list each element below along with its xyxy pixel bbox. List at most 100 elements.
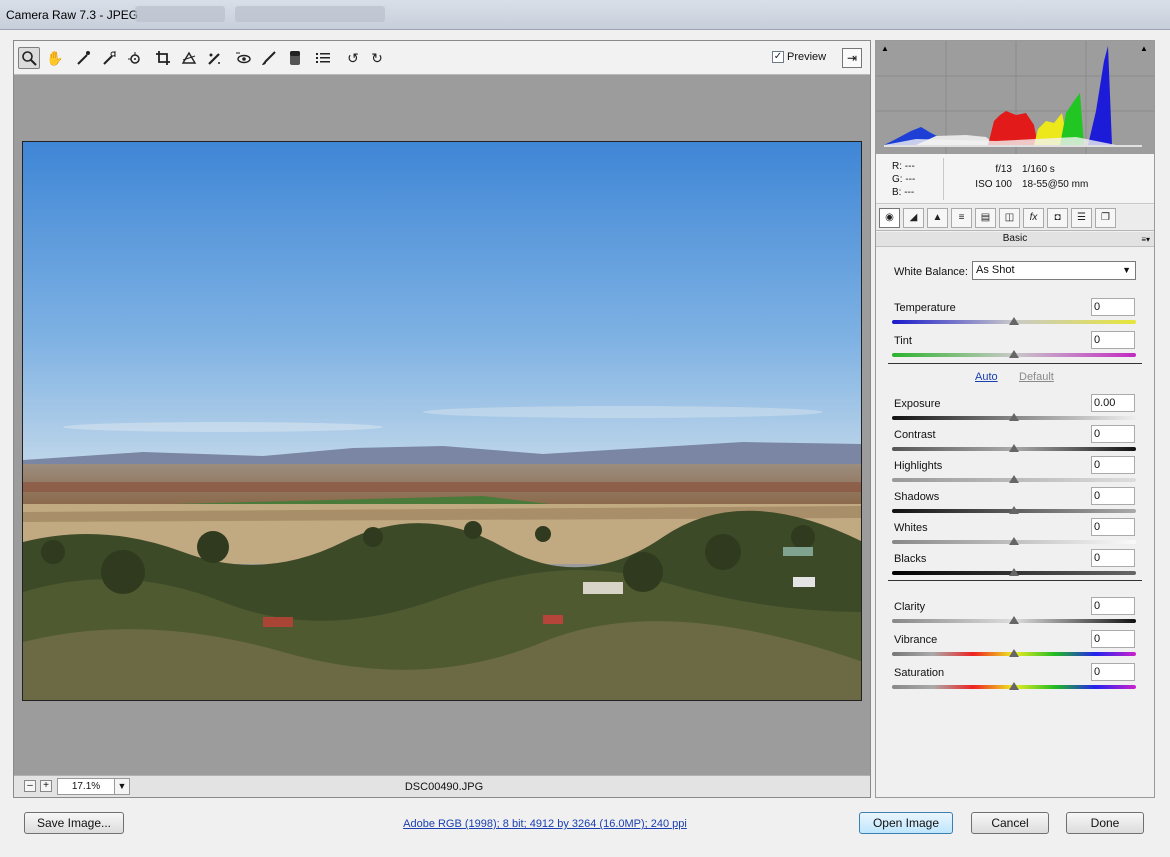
cancel-button[interactable]: Cancel <box>971 812 1049 834</box>
preview-image <box>22 141 862 701</box>
tab-split-toning-icon[interactable]: ▤ <box>975 208 996 228</box>
preview-label: Preview <box>787 51 827 63</box>
clarity-value-field[interactable]: 0 <box>1091 597 1135 615</box>
highlights-slider-thumb[interactable] <box>1009 475 1019 483</box>
green-value: G: --- <box>892 174 916 185</box>
background-window-tab <box>135 6 225 22</box>
tint-value-field[interactable]: 0 <box>1091 331 1135 349</box>
background-window-tab <box>235 6 385 22</box>
exif-left: f/13 ISO 100 <box>972 162 1012 192</box>
graduated-filter-icon[interactable] <box>284 47 306 69</box>
panel-menu-icon[interactable]: ≡▾ <box>1141 233 1150 247</box>
clarity-label: Clarity <box>894 601 926 613</box>
saturation-slider-thumb[interactable] <box>1009 682 1019 690</box>
highlights-value-field[interactable]: 0 <box>1091 456 1135 474</box>
window-title: Camera Raw 7.3 - JPEG <box>6 8 139 22</box>
adjustments-pane: ▲ ▲ R: --- G: --- B: --- f/13 ISO 100 1/… <box>875 40 1155 798</box>
camera-raw-dialog: ✋ ↺ ↻ ✓ Preview ⇥ – + 17.1% ▼ DSC00490.J… <box>0 30 1170 857</box>
hand-tool-icon[interactable]: ✋ <box>44 47 66 69</box>
tab-camera-calibration-icon[interactable]: ◘ <box>1047 208 1068 228</box>
exif-right: 1/160 s 18-55@50 mm <box>1022 162 1088 192</box>
blacks-slider-thumb[interactable] <box>1009 568 1019 576</box>
status-bar: – + 17.1% ▼ DSC00490.JPG <box>14 775 870 797</box>
toolbar: ✋ ↺ ↻ ✓ Preview ⇥ <box>14 41 870 75</box>
exposure-slider-thumb[interactable] <box>1009 413 1019 421</box>
crop-tool-icon[interactable] <box>152 47 174 69</box>
white-balance-value: As Shot <box>976 264 1015 276</box>
rotate-ccw-icon[interactable]: ↺ <box>342 47 364 69</box>
chevron-down-icon: ▼ <box>1122 265 1131 275</box>
shadows-value-field[interactable]: 0 <box>1091 487 1135 505</box>
shadows-label: Shadows <box>894 491 940 503</box>
title-bar: Camera Raw 7.3 - JPEG <box>0 0 1170 30</box>
preview-toggle[interactable]: ✓ Preview <box>772 51 826 63</box>
clarity-slider-thumb[interactable] <box>1009 616 1019 624</box>
aperture: f/13 <box>995 164 1012 175</box>
temperature-label: Temperature <box>894 302 956 314</box>
default-link[interactable]: Default <box>1019 371 1054 383</box>
adjustment-brush-icon[interactable] <box>258 47 280 69</box>
tab-detail-icon[interactable]: ▲ <box>927 208 948 228</box>
blue-value: B: --- <box>892 187 915 198</box>
red-eye-tool-icon[interactable] <box>232 47 254 69</box>
highlights-label: Highlights <box>894 460 943 472</box>
temperature-slider-thumb[interactable] <box>1009 317 1019 325</box>
zoom-dropdown-chevron-icon[interactable]: ▼ <box>114 778 130 795</box>
section-divider <box>888 363 1142 364</box>
tab-snapshots-icon[interactable]: ❐ <box>1095 208 1116 228</box>
temperature-value-field[interactable]: 0 <box>1091 298 1135 316</box>
whites-slider-thumb[interactable] <box>1009 537 1019 545</box>
blacks-label: Blacks <box>894 553 927 565</box>
tab-effects-fx-icon[interactable]: fx <box>1023 208 1044 228</box>
shadows-slider-thumb[interactable] <box>1009 506 1019 514</box>
auto-link[interactable]: Auto <box>975 371 998 383</box>
saturation-label: Saturation <box>894 667 945 679</box>
zoom-tool-icon[interactable] <box>18 47 40 69</box>
white-balance-select[interactable]: As Shot ▼ <box>972 261 1136 280</box>
tab-tone-curve-icon[interactable]: ◢ <box>903 208 924 228</box>
white-balance-tool-icon[interactable] <box>72 47 94 69</box>
preferences-list-icon[interactable] <box>312 47 334 69</box>
open-image-button[interactable]: Open Image <box>859 812 953 834</box>
contrast-value-field[interactable]: 0 <box>1091 425 1135 443</box>
red-value: R: --- <box>892 161 915 172</box>
zoom-in-button[interactable]: + <box>40 780 52 792</box>
straighten-tool-icon[interactable] <box>178 47 200 69</box>
exposure-value-field[interactable]: 0.00 <box>1091 394 1135 412</box>
preview-checkbox[interactable]: ✓ <box>772 51 784 63</box>
vibrance-value-field[interactable]: 0 <box>1091 630 1135 648</box>
histogram: ▲ ▲ <box>876 41 1154 154</box>
blacks-value-field[interactable]: 0 <box>1091 549 1135 567</box>
vibrance-label: Vibrance <box>894 634 938 646</box>
rotate-cw-icon[interactable]: ↻ <box>366 47 388 69</box>
tab-hsl-icon[interactable]: ≡ <box>951 208 972 228</box>
saturation-value-field[interactable]: 0 <box>1091 663 1135 681</box>
iso: ISO 100 <box>975 179 1012 190</box>
contrast-slider-thumb[interactable] <box>1009 444 1019 452</box>
vibrance-slider-thumb[interactable] <box>1009 649 1019 657</box>
zoom-level-field[interactable]: 17.1% <box>57 778 115 795</box>
zoom-out-button[interactable]: – <box>24 780 36 792</box>
panel-title: Basic <box>1002 233 1028 244</box>
tint-label: Tint <box>894 335 912 347</box>
panel-tabs: ◉ ◢ ▲ ≡ ▤ ◫ fx ◘ ☰ ❐ <box>876 205 1154 231</box>
tint-slider-thumb[interactable] <box>1009 350 1019 358</box>
tab-presets-icon[interactable]: ☰ <box>1071 208 1092 228</box>
lens-info: 18-55@50 mm <box>1022 179 1089 190</box>
dialog-footer: Save Image... Adobe RGB (1998); 8 bit; 4… <box>0 806 1170 857</box>
fullscreen-toggle-icon[interactable]: ⇥ <box>842 48 862 68</box>
tab-lens-corrections-icon[interactable]: ◫ <box>999 208 1020 228</box>
color-sampler-tool-icon[interactable] <box>98 47 120 69</box>
workflow-options-link[interactable]: Adobe RGB (1998); 8 bit; 4912 by 3264 (1… <box>350 818 740 830</box>
done-button[interactable]: Done <box>1066 812 1144 834</box>
spot-removal-tool-icon[interactable] <box>204 47 226 69</box>
shutter-speed: 1/160 s <box>1022 164 1055 175</box>
image-info: R: --- G: --- B: --- f/13 ISO 100 1/160 … <box>876 154 1154 204</box>
contrast-label: Contrast <box>894 429 936 441</box>
save-image-button[interactable]: Save Image... <box>24 812 124 834</box>
targeted-adjustment-tool-icon[interactable] <box>124 47 146 69</box>
whites-value-field[interactable]: 0 <box>1091 518 1135 536</box>
divider <box>943 158 944 200</box>
panel-header: Basic ≡▾ <box>876 232 1154 247</box>
tab-basic-aperture-icon[interactable]: ◉ <box>879 208 900 228</box>
